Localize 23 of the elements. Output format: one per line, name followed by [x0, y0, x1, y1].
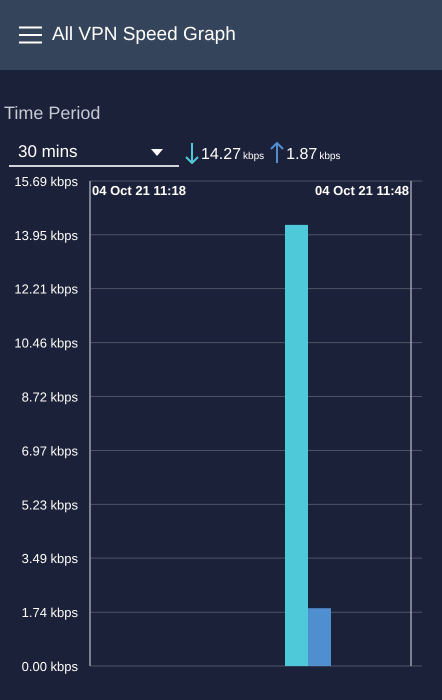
arrow-up-icon [270, 142, 284, 164]
arrow-down-icon [185, 142, 199, 164]
caret-down-icon [151, 148, 163, 156]
y-axis-label: 1.74 kbps [22, 605, 78, 620]
app-title: All VPN Speed Graph [52, 22, 236, 47]
speed-unit: kbps [243, 150, 264, 164]
y-axis-label: 12.21 kbps [14, 282, 78, 297]
speed-value: 14.27 [201, 146, 242, 164]
y-axis-label: 13.95 kbps [14, 228, 78, 243]
y-axis-label: 5.23 kbps [22, 497, 78, 512]
speed-value: 1.87 [286, 146, 318, 164]
end-time-label: 04 Oct 21 11:48 [315, 183, 409, 198]
y-axis-label: 3.49 kbps [22, 551, 78, 566]
y-axis-label: 10.46 kbps [14, 336, 78, 351]
speed-unit: kbps [319, 150, 340, 164]
menu-icon[interactable] [19, 26, 42, 44]
y-axis-label: 8.72 kbps [22, 389, 78, 404]
y-axis-label: 0.00 kbps [22, 659, 78, 674]
time-period-dropdown[interactable]: 30 mins [9, 139, 179, 167]
y-axis-label: 15.69 kbps [14, 174, 78, 189]
start-time-label: 04 Oct 21 11:18 [92, 183, 186, 198]
time-period-label: Time Period [4, 102, 100, 125]
y-axis-label: 6.97 kbps [22, 444, 78, 459]
